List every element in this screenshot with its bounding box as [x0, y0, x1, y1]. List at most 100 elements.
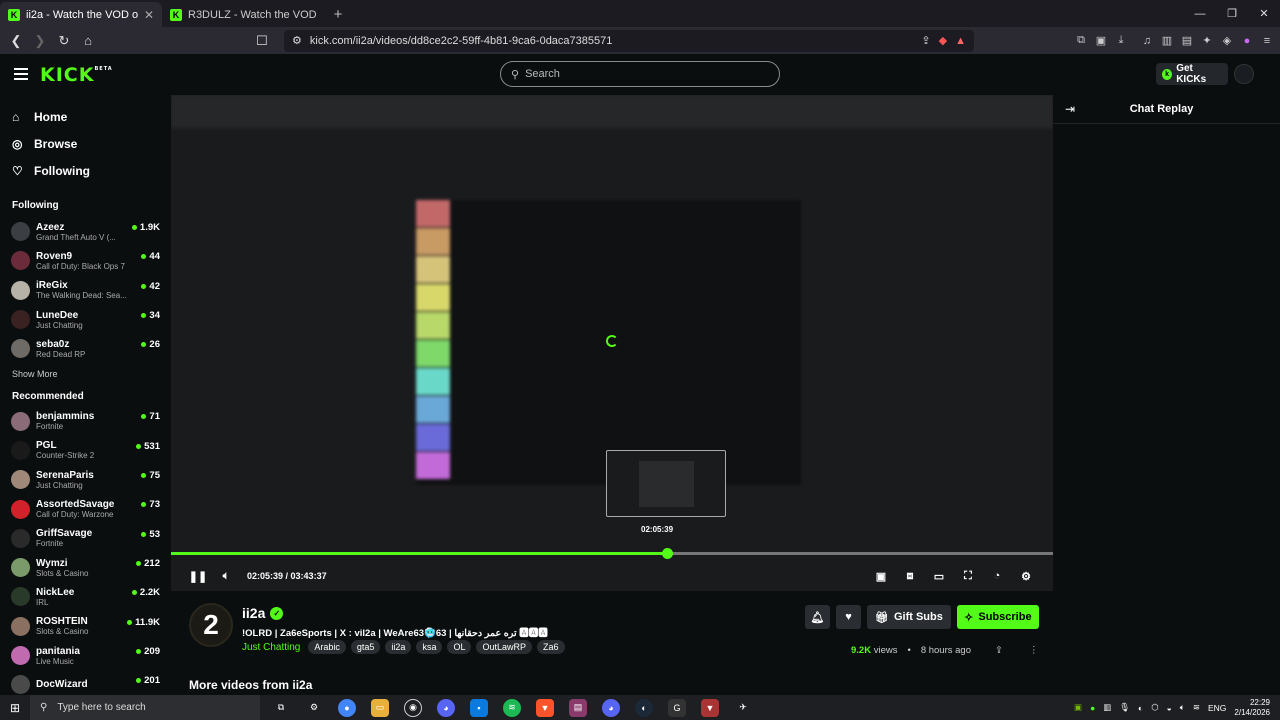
leo-icon[interactable]: ✦: [1200, 34, 1214, 48]
channel-list-item[interactable]: LuneDee Just Chatting 34: [0, 305, 170, 334]
channel-list-item[interactable]: NickLee IRL 2.2K: [0, 582, 170, 611]
taskbar-search-input[interactable]: ⚲ Type here to search: [30, 695, 260, 720]
channel-list-item[interactable]: GriffSavage Fortnite 53: [0, 524, 170, 553]
channel-list-item[interactable]: AssortedSavage Call of Duty: Warzone 73: [0, 494, 170, 523]
rewards-icon[interactable]: ▲: [955, 35, 966, 47]
hamburger-menu-icon[interactable]: [14, 68, 28, 80]
category-link[interactable]: Just Chatting: [242, 642, 300, 653]
miniplayer-icon[interactable]: ▣: [874, 569, 888, 583]
sidebar-item-following[interactable]: ♡ Following: [12, 161, 158, 180]
brave-shield-icon[interactable]: ◆: [939, 34, 947, 47]
sidebar-item-browse[interactable]: ◎ Browse: [12, 134, 158, 153]
theater-mode-icon[interactable]: ▭: [932, 569, 946, 583]
steam-tray-icon[interactable]: ◐: [1138, 703, 1143, 713]
winrar-icon[interactable]: ▤: [569, 698, 587, 717]
browser-tab-active[interactable]: K ii2a - Watch the VOD on Kick ✕: [0, 2, 162, 27]
channel-name[interactable]: ii2a: [242, 605, 265, 621]
user-avatar[interactable]: [1234, 64, 1254, 84]
kick-logo[interactable]: KICKBETA: [40, 64, 113, 86]
tray-icon[interactable]: ▥: [1103, 702, 1111, 713]
menu-icon[interactable]: ≡: [1260, 34, 1274, 48]
windows-start-icon[interactable]: ⊞: [0, 701, 30, 715]
app-icon[interactable]: ✈: [734, 699, 752, 717]
discord-icon[interactable]: ◕: [602, 698, 620, 717]
collapse-chat-icon[interactable]: ⇥: [1065, 102, 1075, 116]
tag-chip[interactable]: ksa: [416, 640, 443, 654]
minimize-icon[interactable]: —: [1184, 0, 1216, 27]
tag-chip[interactable]: Za6: [537, 640, 565, 654]
channel-list-item[interactable]: DocWizard 201: [0, 670, 170, 695]
share-icon[interactable]: ⇪: [921, 34, 930, 47]
task-view-icon[interactable]: ⧉: [272, 699, 290, 717]
fullscreen-icon[interactable]: ⛶: [961, 569, 975, 583]
taskbar-clock[interactable]: 22:29 2/14/2026: [1234, 698, 1270, 718]
channel-avatar[interactable]: 2: [189, 603, 233, 647]
discord-ptb-icon[interactable]: ◕: [437, 698, 455, 717]
settings-gear-icon[interactable]: ⚙: [1019, 569, 1033, 583]
sidebar-item-home[interactable]: ⌂ Home: [12, 107, 158, 126]
channel-list-item[interactable]: benjammins Fortnite 71: [0, 406, 170, 435]
reload-icon[interactable]: ↻: [54, 31, 74, 51]
follow-button[interactable]: ♥: [836, 605, 861, 629]
share-icon[interactable]: ⇪: [995, 645, 1003, 656]
home-icon[interactable]: ⌂: [78, 31, 98, 51]
playback-speed-icon[interactable]: ◔: [990, 569, 1004, 583]
pause-icon[interactable]: ❚❚: [189, 569, 207, 583]
show-more-button[interactable]: Show More: [0, 363, 170, 385]
microphone-icon[interactable]: 🎙︎: [1119, 702, 1130, 713]
volume-icon[interactable]: 🔈︎: [219, 569, 233, 583]
close-window-icon[interactable]: ✕: [1248, 0, 1280, 27]
get-kicks-button[interactable]: k Get KICKs: [1156, 63, 1228, 85]
steam-icon[interactable]: ◐: [635, 698, 653, 717]
obs-icon[interactable]: ◉: [404, 698, 422, 717]
new-tab-button[interactable]: +: [324, 2, 352, 27]
media-icon[interactable]: ♫: [1140, 34, 1154, 48]
address-bar[interactable]: ⚙ kick.com/ii2a/videos/dd8ce2c2-59ff-4b8…: [284, 29, 974, 52]
brave-icon[interactable]: ▼: [536, 698, 554, 717]
clip-icon[interactable]: ⧈: [903, 569, 917, 583]
screenshot-icon[interactable]: ▣: [1094, 34, 1108, 48]
video-player[interactable]: 02:05:39 ❚❚ 🔈︎ 02:05:39 / 03:43:37 ▣ ⧈ ▭…: [171, 95, 1053, 591]
channel-list-item[interactable]: Wymzi Slots & Casino 212: [0, 553, 170, 582]
profile-icon[interactable]: ●: [1240, 34, 1254, 48]
channel-list-item[interactable]: PGL Counter-Strike 2 531: [0, 436, 170, 465]
gift-subs-button[interactable]: 🎁︎ Gift Subs: [867, 605, 951, 629]
speaker-icon[interactable]: 🔈︎: [1180, 702, 1185, 713]
nvidia-icon[interactable]: ▣: [1074, 702, 1082, 713]
channel-list-item[interactable]: Azeez Grand Theft Auto V (... 1.9K: [0, 217, 170, 246]
forward-icon[interactable]: ❯: [30, 31, 50, 51]
download-icon[interactable]: ⤓: [1114, 34, 1128, 48]
tag-chip[interactable]: ii2a: [385, 640, 412, 654]
bookmark-icon[interactable]: ☐: [252, 31, 272, 51]
channel-list-item[interactable]: SerenaParis Just Chatting 75: [0, 465, 170, 494]
restore-icon[interactable]: ❐: [1216, 0, 1248, 27]
brave-active-icon[interactable]: ▼: [701, 698, 719, 717]
channel-list-item[interactable]: seba0z Red Dead RP 26: [0, 334, 170, 363]
browser-tab[interactable]: K R3DULZ - Watch the VOD on Kick: [162, 2, 324, 27]
channel-list-item[interactable]: Roven9 Call of Duty: Black Ops 7 44: [0, 246, 170, 275]
spotify-icon[interactable]: ≋: [503, 698, 521, 717]
settings-icon[interactable]: ⚙: [305, 699, 323, 717]
tag-chip[interactable]: Arabic: [308, 640, 346, 654]
progress-handle[interactable]: [661, 548, 673, 559]
channel-list-item[interactable]: ROSHTEIN Slots & Casino 11.9K: [0, 612, 170, 641]
wallet-icon[interactable]: ▤: [1180, 34, 1194, 48]
channel-list-item[interactable]: panitania Live Music 209: [0, 641, 170, 670]
more-options-icon[interactable]: ⋮: [1029, 645, 1039, 656]
epic-icon[interactable]: G: [668, 698, 686, 717]
app-icon[interactable]: ▪: [470, 698, 488, 717]
tray-icon[interactable]: ⬡: [1151, 702, 1158, 713]
file-explorer-icon[interactable]: ▭: [371, 698, 389, 717]
network-icon[interactable]: ◒: [1167, 703, 1172, 713]
back-icon[interactable]: ❮: [6, 31, 26, 51]
notification-bell-button[interactable]: 🔔︎: [805, 605, 830, 629]
site-info-icon[interactable]: ⚙: [292, 34, 302, 47]
vpn-icon[interactable]: ◈: [1220, 34, 1234, 48]
tag-chip[interactable]: OL: [447, 640, 472, 654]
tag-chip[interactable]: OutLawRP: [476, 640, 532, 654]
channel-list-item[interactable]: iReGix The Walking Dead: Sea... 42: [0, 276, 170, 305]
tray-icon[interactable]: ●: [1090, 703, 1095, 713]
wifi-icon[interactable]: ≋: [1193, 702, 1200, 713]
subscribe-button[interactable]: ✧ Subscribe: [956, 605, 1039, 629]
search-input[interactable]: ⚲ Search: [500, 61, 780, 87]
